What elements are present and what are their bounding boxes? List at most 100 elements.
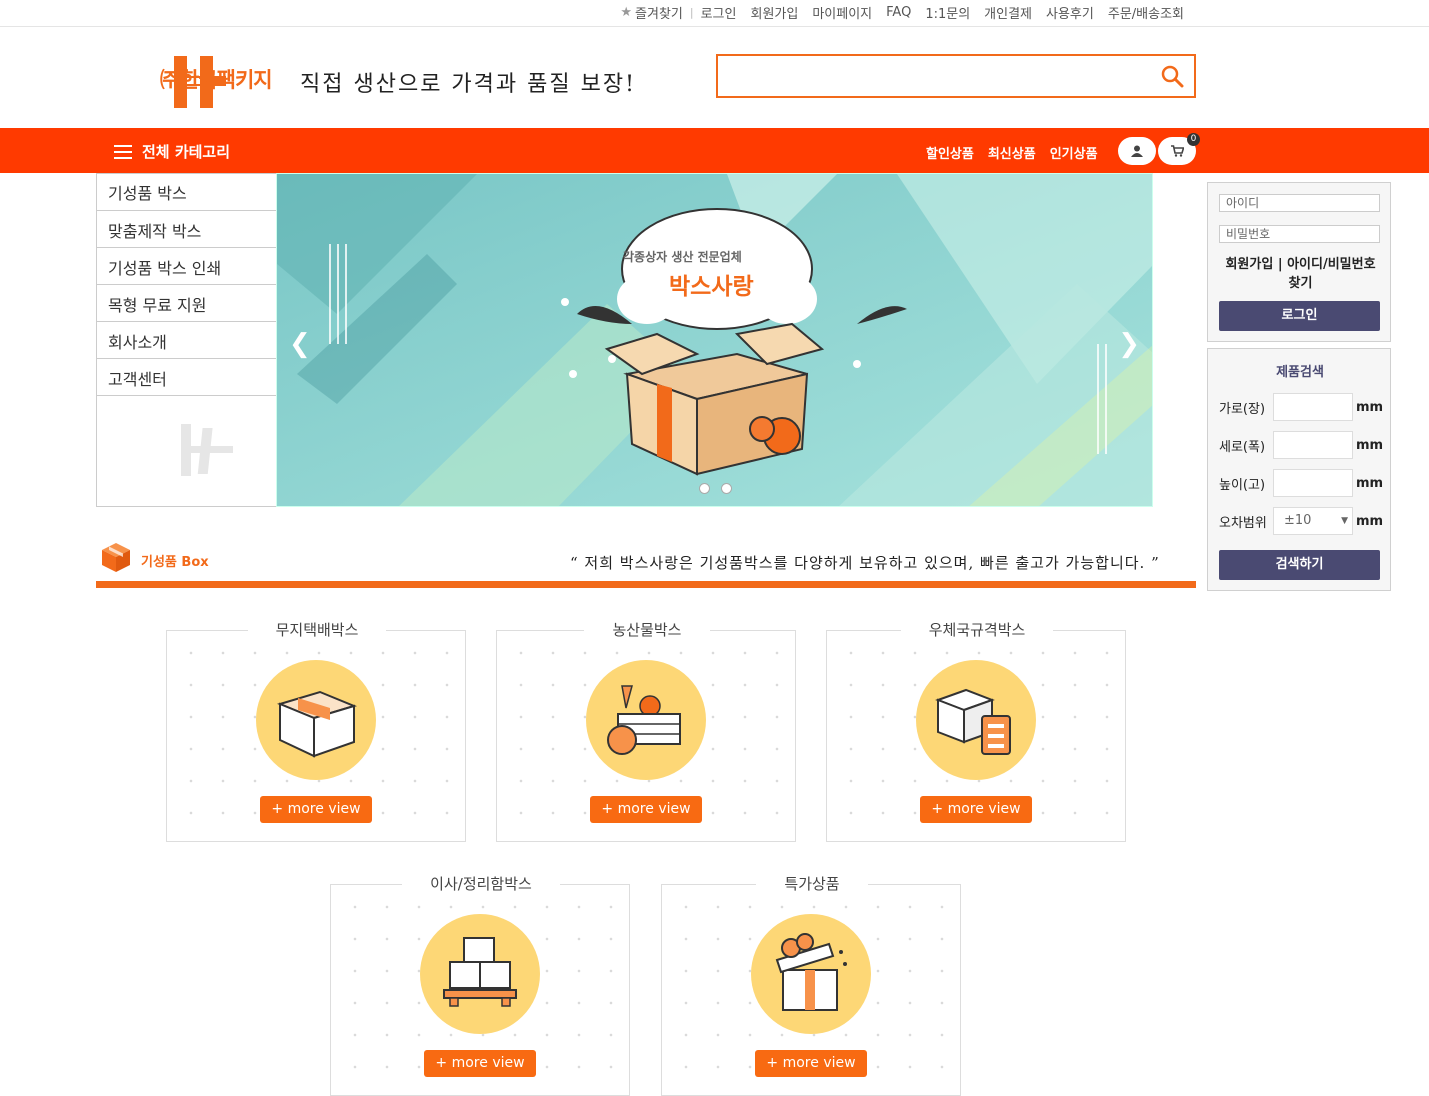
tolerance-unit: mm bbox=[1356, 513, 1384, 529]
card-icon-circle bbox=[751, 914, 871, 1034]
star-icon: ★ bbox=[620, 5, 633, 20]
login-link[interactable]: 로그인 bbox=[694, 3, 744, 22]
width-label: 가로(장) bbox=[1219, 401, 1266, 417]
depth-label: 세로(폭) bbox=[1219, 439, 1266, 455]
user-icon bbox=[1131, 145, 1143, 157]
banner-dot-2[interactable] bbox=[721, 483, 732, 494]
new-products-link[interactable]: 최신상품 bbox=[988, 143, 1036, 162]
depth-input[interactable] bbox=[1273, 431, 1353, 459]
category-item-custom-box[interactable]: 맞춤제작 박스 bbox=[97, 211, 276, 248]
login-button[interactable]: 로그인 bbox=[1219, 301, 1380, 331]
nav-links: 할인상품 최신상품 인기상품 bbox=[926, 143, 1098, 162]
card-icon-circle bbox=[916, 660, 1036, 780]
width-unit: mm bbox=[1356, 399, 1384, 415]
box-checklist-icon bbox=[935, 688, 1011, 755]
banner-prev-arrow[interactable]: ❮ bbox=[289, 329, 311, 359]
box-icon bbox=[277, 690, 357, 758]
main-nav-bar: 전체 카테고리 할인상품 최신상품 인기상품 bbox=[0, 128, 1429, 173]
password-field[interactable]: 비밀번호 bbox=[1219, 225, 1380, 243]
card-icon-circle bbox=[256, 660, 376, 780]
mypage-link[interactable]: 마이페이지 bbox=[805, 3, 879, 22]
product-card-postal-box[interactable]: 우체국규격박스 + more view bbox=[826, 621, 1126, 842]
product-search-panel: 제품검색 가로(장) mm 세로(폭) mm 높이(고) mm 오차범위 ±10… bbox=[1207, 348, 1391, 591]
tolerance-label: 오차범위 bbox=[1219, 515, 1267, 531]
find-account-link[interactable]: 아이디/비밀번호 찾기 bbox=[1287, 257, 1375, 291]
search-submit-button[interactable]: 검색하기 bbox=[1219, 550, 1380, 580]
depth-unit: mm bbox=[1356, 437, 1384, 453]
card-title: 특가상품 bbox=[756, 875, 868, 893]
product-card-produce-box[interactable]: 농산물박스 + more view bbox=[496, 621, 796, 842]
produce-crate-icon bbox=[607, 685, 681, 755]
height-input[interactable] bbox=[1273, 469, 1353, 497]
height-unit: mm bbox=[1356, 475, 1384, 491]
cart-icon bbox=[1170, 145, 1184, 157]
height-row: 높이(고) mm bbox=[1219, 469, 1383, 497]
banner-dot-1[interactable] bbox=[699, 483, 710, 494]
category-menu: 기성품 박스 맞춤제작 박스 기성품 박스 인쇄 목형 무료 지원 회사소개 고… bbox=[96, 173, 276, 507]
height-label: 높이(고) bbox=[1219, 477, 1266, 493]
product-card-moving-box[interactable]: 이사/정리함박스 + more view bbox=[330, 875, 630, 1096]
search-input[interactable] bbox=[726, 56, 1146, 94]
more-view-button[interactable]: + more view bbox=[424, 1050, 536, 1077]
all-categories-button[interactable]: 전체 카테고리 bbox=[114, 141, 230, 162]
main-banner-slider[interactable]: 각종상자 생산 전문업체 박스사랑 ❮ ❯ bbox=[276, 173, 1153, 507]
watermark-logo-icon bbox=[181, 424, 233, 476]
more-view-button[interactable]: + more view bbox=[260, 796, 372, 823]
banner-next-arrow[interactable]: ❯ bbox=[1118, 329, 1140, 359]
popular-products-link[interactable]: 인기상품 bbox=[1050, 143, 1098, 162]
top-utility-bar: ★ 즐겨찾기 | 로그인 회원가입 마이페이지 FAQ 1:1문의 개인결제 사… bbox=[0, 0, 1429, 27]
pallet-boxes-icon bbox=[443, 937, 517, 1007]
card-title: 농산물박스 bbox=[584, 621, 710, 639]
join-link-side[interactable]: 회원가입 bbox=[1225, 257, 1273, 272]
category-item-free-die[interactable]: 목형 무료 지원 bbox=[97, 285, 276, 322]
product-card-plain-box[interactable]: 무지택배박스 + more view bbox=[166, 621, 466, 842]
reviews-link[interactable]: 사용후기 bbox=[1039, 3, 1101, 22]
sale-products-link[interactable]: 할인상품 bbox=[926, 143, 974, 162]
product-search-title: 제품검색 bbox=[1276, 365, 1324, 380]
banner-subtitle: 각종상자 생산 전문업체 bbox=[623, 250, 742, 264]
menu-icon bbox=[114, 144, 132, 159]
card-icon-circle bbox=[586, 660, 706, 780]
login-links: 회원가입 | 아이디/비밀번호 찾기 bbox=[1218, 255, 1383, 293]
card-title: 우체국규격박스 bbox=[900, 621, 1054, 639]
user-id-field[interactable]: 아이디 bbox=[1219, 194, 1380, 212]
gift-box-icon bbox=[775, 933, 847, 1011]
join-link[interactable]: 회원가입 bbox=[743, 3, 805, 22]
card-icon-circle bbox=[420, 914, 540, 1034]
logo-text[interactable]: ㈜한국팩키지 bbox=[160, 64, 273, 94]
more-view-button[interactable]: + more view bbox=[755, 1050, 867, 1077]
width-input[interactable] bbox=[1273, 393, 1353, 421]
dropdown-arrow-icon: ▼ bbox=[1341, 516, 1348, 526]
divider: | bbox=[1277, 257, 1288, 272]
card-title: 이사/정리함박스 bbox=[402, 875, 560, 893]
user-button[interactable] bbox=[1118, 137, 1156, 165]
depth-row: 세로(폭) mm bbox=[1219, 431, 1383, 459]
product-card-special-offer[interactable]: 특가상품 + more view bbox=[661, 875, 961, 1096]
section-title: 기성품 Box bbox=[141, 555, 209, 570]
inquiry-link[interactable]: 1:1문의 bbox=[918, 3, 977, 22]
category-item-company[interactable]: 회사소개 bbox=[97, 322, 276, 359]
section-divider bbox=[96, 581, 1196, 588]
more-view-button[interactable]: + more view bbox=[590, 796, 702, 823]
card-title: 무지택배박스 bbox=[247, 621, 387, 639]
box-section-icon bbox=[102, 543, 130, 572]
banner-background bbox=[277, 174, 1152, 506]
slogan: 직접 생산으로 가격과 품질 보장! bbox=[300, 72, 636, 97]
login-box: 아이디 비밀번호 회원가입 | 아이디/비밀번호 찾기 로그인 bbox=[1207, 182, 1391, 342]
tolerance-select[interactable]: ±10 ▼ bbox=[1273, 507, 1353, 535]
utility-links: ★ 즐겨찾기 | 로그인 회원가입 마이페이지 FAQ 1:1문의 개인결제 사… bbox=[620, 3, 1191, 22]
category-item-box-printing[interactable]: 기성품 박스 인쇄 bbox=[97, 248, 276, 285]
faq-link[interactable]: FAQ bbox=[879, 5, 918, 20]
category-item-customer-center[interactable]: 고객센터 bbox=[97, 359, 276, 396]
section-quote: “ 저희 박스사랑은 기성품박스를 다양하게 보유하고 있으며, 빠른 출고가 … bbox=[570, 554, 1160, 572]
banner-title: 박스사랑 bbox=[669, 274, 754, 300]
width-row: 가로(장) mm bbox=[1219, 393, 1383, 421]
bookmark-link[interactable]: 즐겨찾기 bbox=[635, 3, 690, 22]
cart-count-badge: 0 bbox=[1187, 133, 1200, 146]
category-item-ready-made-box[interactable]: 기성품 박스 bbox=[97, 174, 276, 211]
search-icon[interactable] bbox=[1160, 64, 1184, 88]
tolerance-value: ±10 bbox=[1284, 513, 1312, 528]
more-view-button[interactable]: + more view bbox=[920, 796, 1032, 823]
personal-payment-link[interactable]: 개인결제 bbox=[977, 3, 1039, 22]
order-tracking-link[interactable]: 주문/배송조회 bbox=[1101, 3, 1191, 22]
